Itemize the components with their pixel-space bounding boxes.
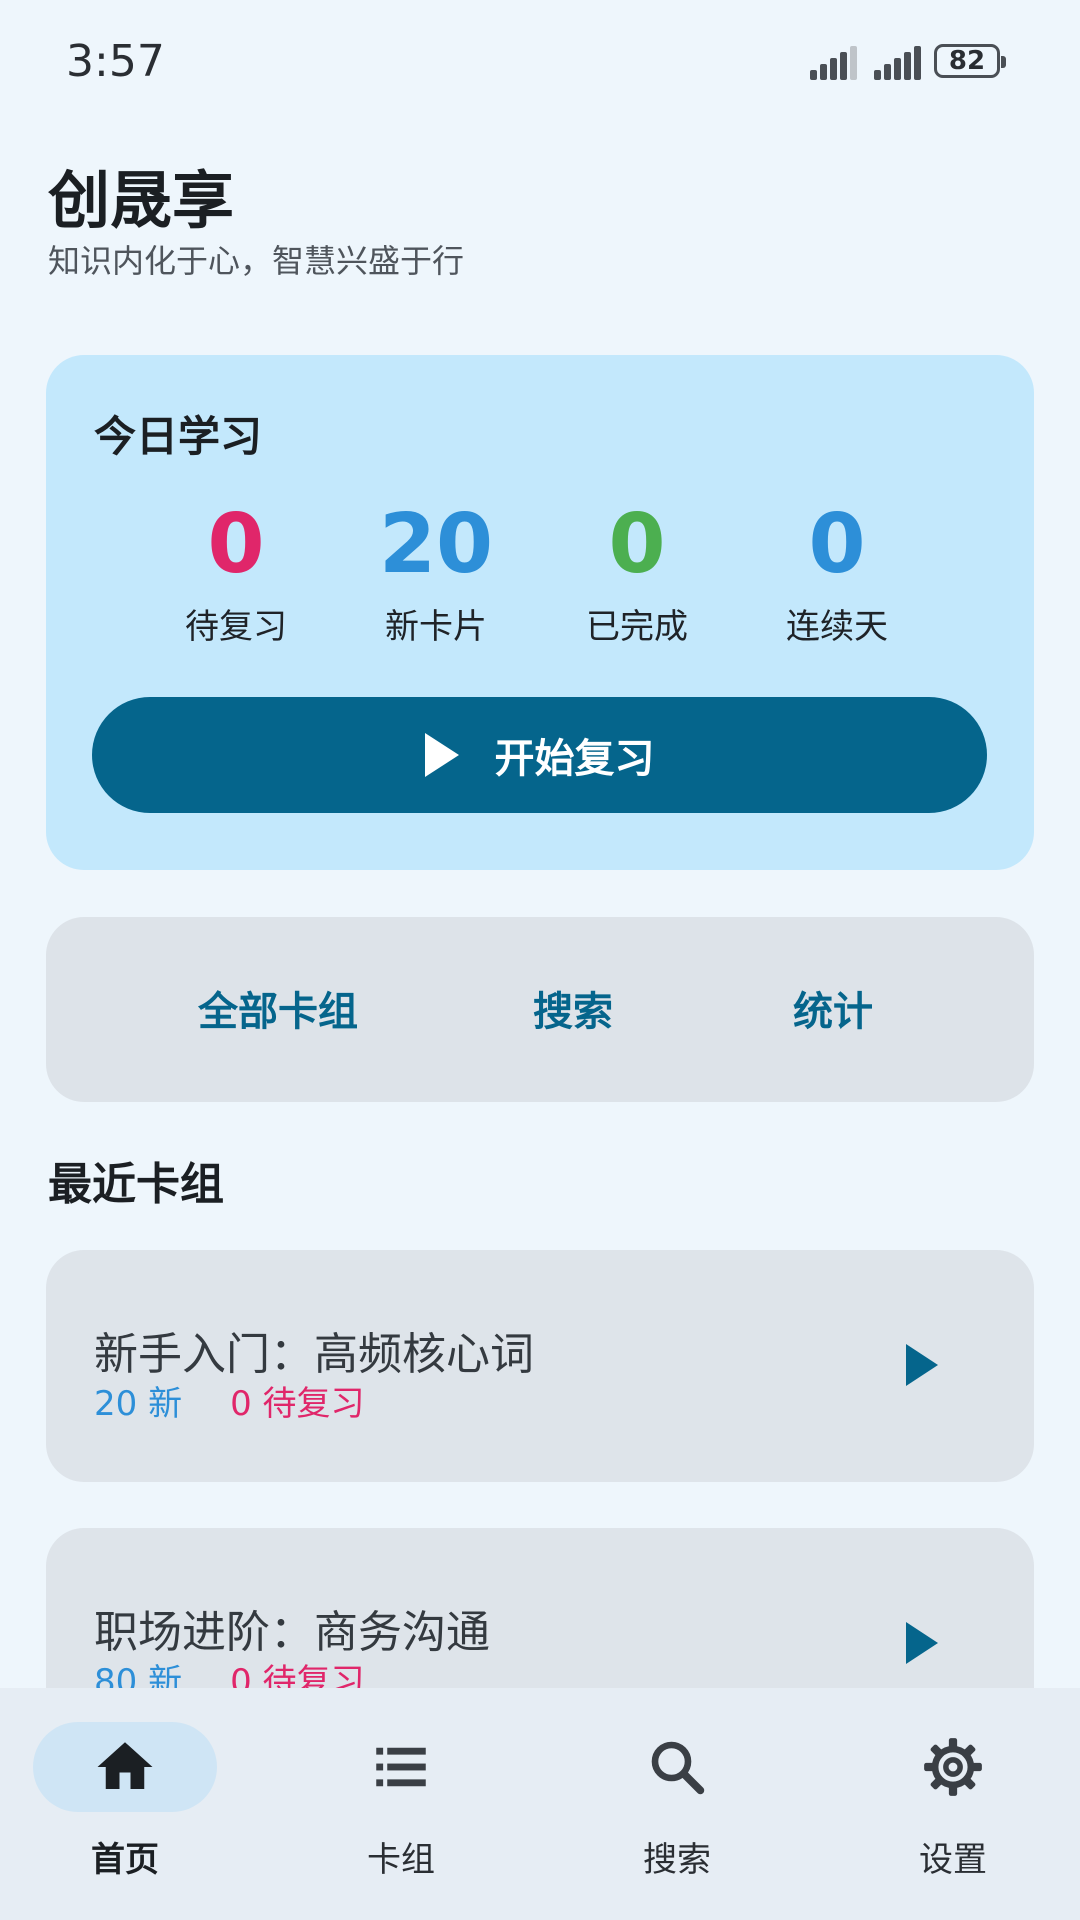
deck-card[interactable]: 新手入门：高频核心词 20 新 0 待复习 bbox=[46, 1250, 1034, 1482]
deck-name: 新手入门：高频核心词 bbox=[94, 1329, 534, 1380]
signal-icon-2 bbox=[874, 46, 921, 80]
today-study-card: 今日学习 0 待复习 20 新卡片 0 已完成 0 连续天 开始复习 bbox=[46, 355, 1034, 870]
nav-label: 设置 bbox=[919, 1840, 987, 1880]
stat-label: 新卡片 bbox=[385, 607, 487, 647]
nav-label: 首页 bbox=[91, 1840, 159, 1880]
stat-value: 0 bbox=[808, 497, 866, 592]
today-stats: 0 待复习 20 新卡片 0 已完成 0 连续天 bbox=[136, 495, 956, 648]
stats-link[interactable]: 统计 bbox=[793, 979, 873, 1037]
battery-icon: 82 bbox=[934, 44, 1006, 78]
stat-value: 20 bbox=[378, 497, 494, 592]
quick-links-card: 全部卡组 搜索 统计 bbox=[46, 917, 1034, 1102]
stat-label: 连续天 bbox=[786, 607, 888, 647]
stat-done: 0 已完成 bbox=[537, 495, 737, 648]
nav-search[interactable]: 搜索 bbox=[577, 1722, 777, 1892]
app-subtitle: 知识内化于心，智慧兴盛于行 bbox=[48, 242, 465, 280]
home-icon bbox=[97, 1742, 153, 1789]
bottom-navigation: 首页 卡组 搜索 设置 bbox=[0, 1688, 1080, 1920]
nav-label: 搜索 bbox=[643, 1840, 711, 1880]
start-review-button[interactable]: 开始复习 bbox=[92, 697, 987, 813]
deck-name: 职场进阶：商务沟通 bbox=[94, 1607, 490, 1658]
stat-value: 0 bbox=[608, 497, 666, 592]
deck-new-count: 20 新 bbox=[94, 1384, 183, 1424]
recent-decks-title: 最近卡组 bbox=[48, 1159, 224, 1210]
stat-due: 0 待复习 bbox=[136, 495, 336, 648]
stat-label: 已完成 bbox=[586, 607, 688, 647]
status-bar: 3:57 82 bbox=[0, 0, 1080, 120]
stat-streak: 0 连续天 bbox=[737, 495, 937, 648]
app-title: 创晟享 bbox=[48, 164, 235, 237]
list-icon bbox=[376, 1747, 426, 1787]
search-link[interactable]: 搜索 bbox=[533, 979, 613, 1037]
signal-icon bbox=[810, 46, 857, 80]
all-decks-link[interactable]: 全部卡组 bbox=[198, 979, 358, 1037]
status-time: 3:57 bbox=[66, 36, 165, 87]
nav-decks[interactable]: 卡组 bbox=[301, 1722, 501, 1892]
stat-label: 待复习 bbox=[185, 607, 287, 647]
nav-settings[interactable]: 设置 bbox=[853, 1722, 1053, 1892]
stat-new: 20 新卡片 bbox=[336, 495, 536, 648]
play-icon[interactable] bbox=[906, 1344, 938, 1386]
gear-icon bbox=[924, 1738, 982, 1796]
stat-value: 0 bbox=[207, 497, 265, 592]
deck-meta: 20 新 0 待复习 bbox=[94, 1376, 365, 1425]
today-study-title: 今日学习 bbox=[94, 412, 263, 461]
play-icon[interactable] bbox=[906, 1622, 938, 1664]
search-icon bbox=[651, 1741, 705, 1795]
nav-home[interactable]: 首页 bbox=[33, 1722, 217, 1892]
start-review-label: 开始复习 bbox=[494, 737, 655, 781]
play-icon bbox=[424, 733, 459, 777]
nav-label: 卡组 bbox=[367, 1840, 435, 1880]
deck-due-count: 0 待复习 bbox=[230, 1384, 365, 1424]
